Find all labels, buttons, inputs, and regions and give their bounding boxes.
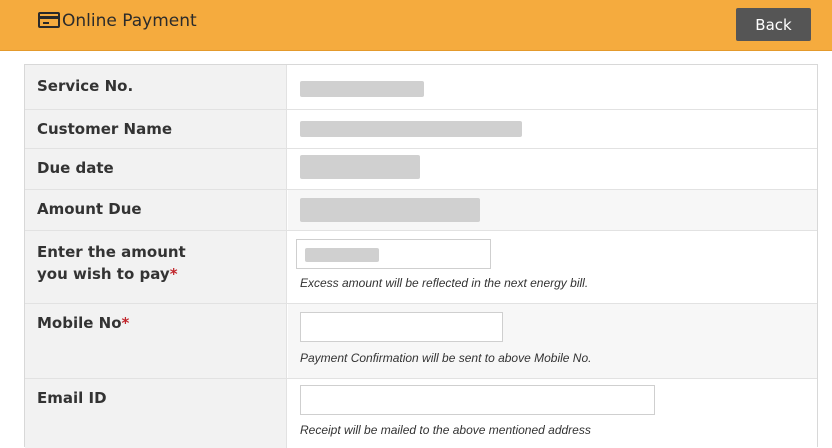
due-date-label: Due date (37, 159, 114, 177)
row-amount-due: Amount Due (25, 190, 817, 231)
row-amount-to-pay: Enter the amount you wish to pay* Excess… (25, 231, 817, 304)
back-button[interactable]: Back (736, 8, 811, 41)
payment-form-table: Service No. Customer Name Due date Amoun… (24, 64, 818, 448)
mobile-no-label: Mobile No* (37, 314, 130, 332)
amount-to-pay-hint: Excess amount will be reflected in the n… (300, 276, 589, 290)
customer-name-value (288, 110, 817, 148)
amount-due-redacted (300, 198, 480, 222)
customer-name-redacted (300, 121, 522, 137)
amount-to-pay-redacted (305, 248, 379, 262)
email-id-label: Email ID (37, 389, 107, 407)
service-no-value (288, 65, 817, 109)
amount-due-value (288, 190, 817, 230)
email-id-hint: Receipt will be mailed to the above ment… (300, 423, 591, 437)
row-email-id: Email ID Receipt will be mailed to the a… (25, 379, 817, 448)
page-title: Online Payment (62, 11, 197, 31)
service-no-redacted (300, 81, 424, 97)
customer-name-label: Customer Name (37, 120, 172, 138)
row-service-no: Service No. (25, 65, 817, 110)
amount-to-pay-label: Enter the amount you wish to pay* (37, 243, 186, 283)
row-due-date: Due date (25, 149, 817, 190)
required-marker: * (121, 314, 130, 332)
mobile-no-hint: Payment Confirmation will be sent to abo… (300, 351, 592, 365)
credit-card-icon (38, 12, 60, 28)
email-id-input[interactable] (300, 385, 655, 415)
due-date-value (288, 149, 817, 189)
required-marker: * (169, 265, 178, 283)
due-date-redacted (300, 155, 420, 179)
page-header: Online Payment Back (0, 0, 832, 51)
row-mobile-no: Mobile No* Payment Confirmation will be … (25, 304, 817, 379)
service-no-label: Service No. (37, 77, 134, 95)
amount-to-pay-input[interactable] (296, 239, 491, 269)
mobile-no-input[interactable] (300, 312, 503, 342)
row-customer-name: Customer Name (25, 110, 817, 149)
amount-due-label: Amount Due (37, 200, 142, 218)
